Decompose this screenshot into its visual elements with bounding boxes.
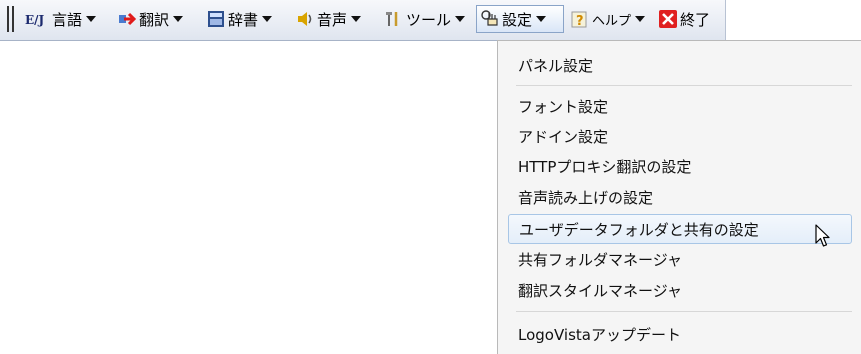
settings-dropdown-menu: パネル設定 フォント設定 アドイン設定 HTTPプロキシ翻訳の設定 音声読み上げ… — [497, 40, 861, 354]
settings-hand-icon — [480, 9, 500, 29]
toolbar-voice-label: 音声 — [317, 10, 348, 29]
menu-item-font-settings[interactable]: フォント設定 — [508, 92, 852, 120]
toolbar-tools-button[interactable]: ツール — [384, 5, 466, 33]
toolbar-voice-button[interactable]: 音声 — [295, 5, 362, 33]
tools-icon — [384, 9, 404, 29]
toolbar-settings-label: 設定 — [502, 10, 533, 29]
toolbar-help-label: ヘルプ — [592, 13, 632, 29]
toolbar-grip[interactable] — [7, 6, 17, 32]
chevron-down-icon — [635, 16, 646, 22]
chevron-down-icon — [86, 16, 97, 22]
menu-item-shared-folder-manager[interactable]: 共有フォルダマネージャ — [508, 245, 852, 273]
toolbar-translate-label: 翻訳 — [139, 10, 170, 29]
dictionary-icon — [206, 9, 226, 29]
menu-item-translation-style-manager[interactable]: 翻訳スタイルマネージャ — [508, 276, 852, 304]
svg-text:?: ? — [576, 14, 584, 29]
toolbar-exit-button[interactable]: 終了 — [658, 5, 710, 33]
menu-item-panel-settings[interactable]: パネル設定 — [508, 51, 852, 79]
toolbar-dictionary-button[interactable]: 辞書 — [206, 5, 273, 33]
toolbar-exit-label: 終了 — [680, 10, 711, 29]
ej-badge-icon: E/J — [24, 9, 50, 29]
mouse-pointer-icon — [814, 223, 834, 249]
translate-arrow-icon — [117, 9, 137, 29]
chevron-down-icon — [536, 16, 547, 22]
toolbar-help-button[interactable]: ? ヘルプ — [570, 5, 646, 33]
chevron-down-icon — [455, 16, 466, 22]
close-icon — [658, 9, 678, 29]
toolbar-tools-label: ツール — [406, 10, 452, 29]
speaker-icon — [295, 9, 315, 29]
chevron-down-icon — [173, 16, 184, 22]
toolbar-settings-button[interactable]: 設定 — [476, 5, 564, 33]
menu-item-logovista-update[interactable]: LogoVistaアップデート — [508, 320, 852, 348]
menu-item-voice-reading-settings[interactable]: 音声読み上げの設定 — [508, 183, 852, 211]
menu-item-user-data-folder-settings[interactable]: ユーザデータフォルダと共有の設定 — [508, 214, 852, 244]
svg-text:E/J: E/J — [25, 13, 45, 27]
help-icon: ? — [570, 9, 590, 29]
toolbar-dictionary-label: 辞書 — [228, 10, 259, 29]
menu-separator — [516, 311, 852, 312]
toolbar-language-label: 言語 — [52, 10, 83, 29]
menu-item-http-proxy-settings[interactable]: HTTPプロキシ翻訳の設定 — [508, 152, 852, 180]
toolbar-translate-button[interactable]: 翻訳 — [117, 5, 184, 33]
menu-item-addin-settings[interactable]: アドイン設定 — [508, 122, 852, 150]
menu-separator — [516, 85, 852, 86]
chevron-down-icon — [262, 16, 273, 22]
toolbar-language-button[interactable]: E/J 言語 — [24, 5, 97, 33]
toolbar: E/J 言語 翻訳 辞書 音声 ツール 設定 ? ヘルプ 終了 — [0, 0, 726, 41]
chevron-down-icon — [351, 16, 362, 22]
